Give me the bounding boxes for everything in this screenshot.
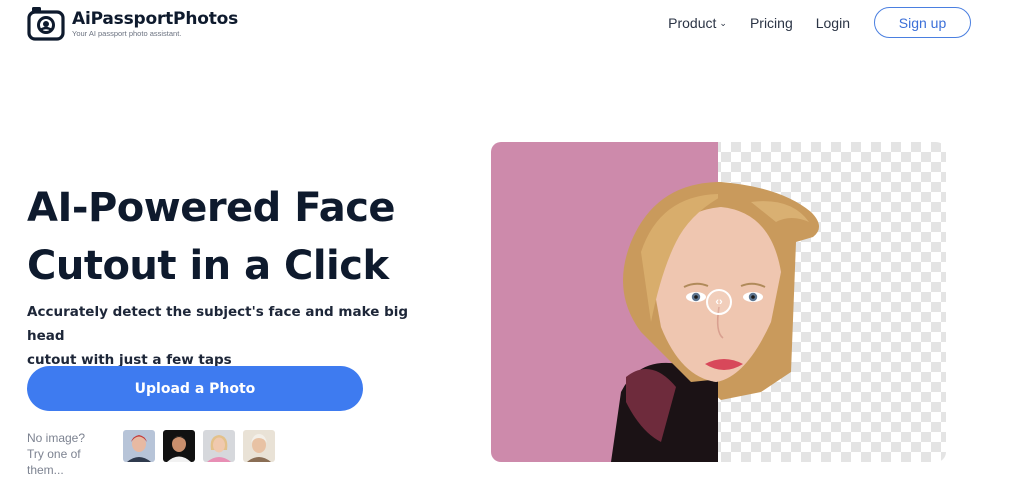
sample-image-1[interactable] (123, 430, 155, 462)
sample-prompt: No image? Try one of them... (27, 430, 97, 478)
hero-subtitle-line-1: Accurately detect the subject's face and… (27, 304, 409, 344)
nav-product-label: Product (668, 14, 717, 31)
nav-login[interactable]: Login (816, 15, 850, 31)
signup-button[interactable]: Sign up (874, 7, 971, 38)
brand-name: AiPassportPhotos (72, 8, 239, 29)
nav-pricing[interactable]: Pricing (750, 15, 793, 31)
hero-title: AI-Powered Face Cutout in a Click (27, 179, 447, 295)
sample-prompt-line-2: Try one of (27, 447, 81, 461)
chevron-down-icon: ⌄ (719, 17, 727, 28)
hero-subtitle: Accurately detect the subject's face and… (27, 300, 447, 372)
chevron-left-right-icon: ‹› (715, 296, 723, 308)
hero-title-line-1: AI-Powered Face (27, 185, 396, 231)
brand-tagline: Your AI passport photo assistant. (72, 28, 182, 38)
compare-slider-handle[interactable]: ‹› (706, 289, 732, 315)
hero-title-line-2: Cutout in a Click (27, 243, 389, 289)
brand-logo[interactable]: AiPassportPhotos Your AI passport photo … (27, 5, 238, 41)
sample-image-2[interactable] (163, 430, 195, 462)
nav-product[interactable]: Product ⌄ (668, 15, 727, 31)
main-nav: Product ⌄ Pricing Login Sign up (668, 7, 971, 38)
upload-photo-button[interactable]: Upload a Photo (27, 366, 363, 411)
sample-image-3[interactable] (203, 430, 235, 462)
sample-prompt-line-1: No image? (27, 431, 86, 445)
site-header: AiPassportPhotos Your AI passport photo … (0, 0, 1024, 46)
camera-logo-icon (27, 7, 65, 41)
sample-images (123, 430, 283, 462)
sample-prompt-line-3: them... (27, 463, 64, 477)
sample-image-4[interactable] (243, 430, 275, 462)
